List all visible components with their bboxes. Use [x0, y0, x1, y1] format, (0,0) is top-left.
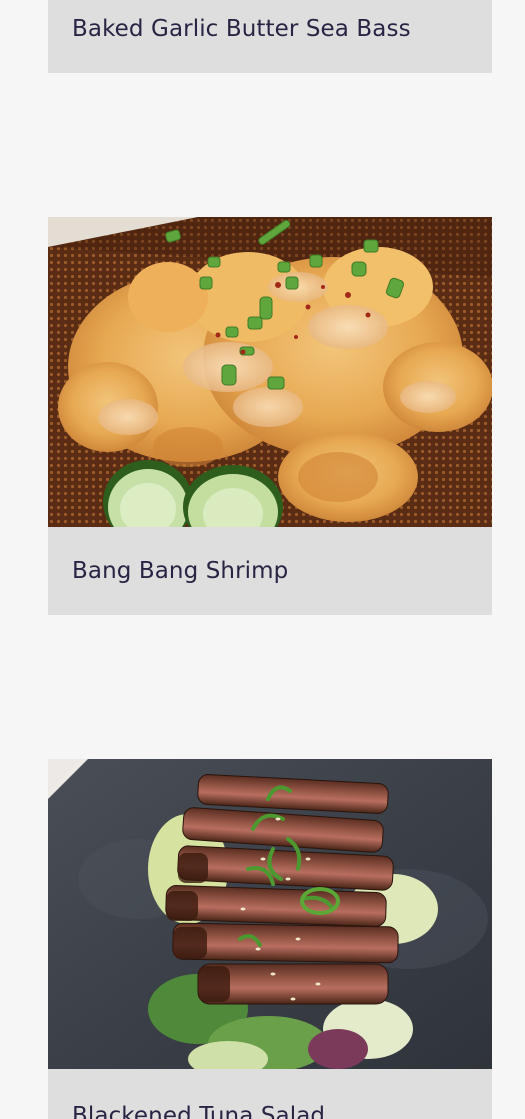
recipe-card[interactable]: Bang Bang Shrimp — [48, 217, 492, 615]
recipe-photo[interactable] — [48, 759, 492, 1069]
recipe-title[interactable]: Baked Garlic Butter Sea Bass — [72, 16, 411, 42]
recipe-title-bar: Bang Bang Shrimp — [48, 527, 492, 615]
recipe-photo[interactable] — [48, 217, 492, 527]
recipe-title-bar: Baked Garlic Butter Sea Bass — [48, 0, 492, 73]
recipe-list: Baked Garlic Butter Sea Bass Bang Bang S… — [0, 0, 525, 1119]
recipe-card[interactable]: Blackened Tuna Salad — [48, 759, 492, 1119]
recipe-title-bar: Blackened Tuna Salad — [48, 1069, 492, 1119]
recipe-card[interactable]: Baked Garlic Butter Sea Bass — [48, 0, 492, 73]
recipe-title[interactable]: Blackened Tuna Salad — [72, 1103, 325, 1119]
recipe-title[interactable]: Bang Bang Shrimp — [72, 558, 288, 584]
